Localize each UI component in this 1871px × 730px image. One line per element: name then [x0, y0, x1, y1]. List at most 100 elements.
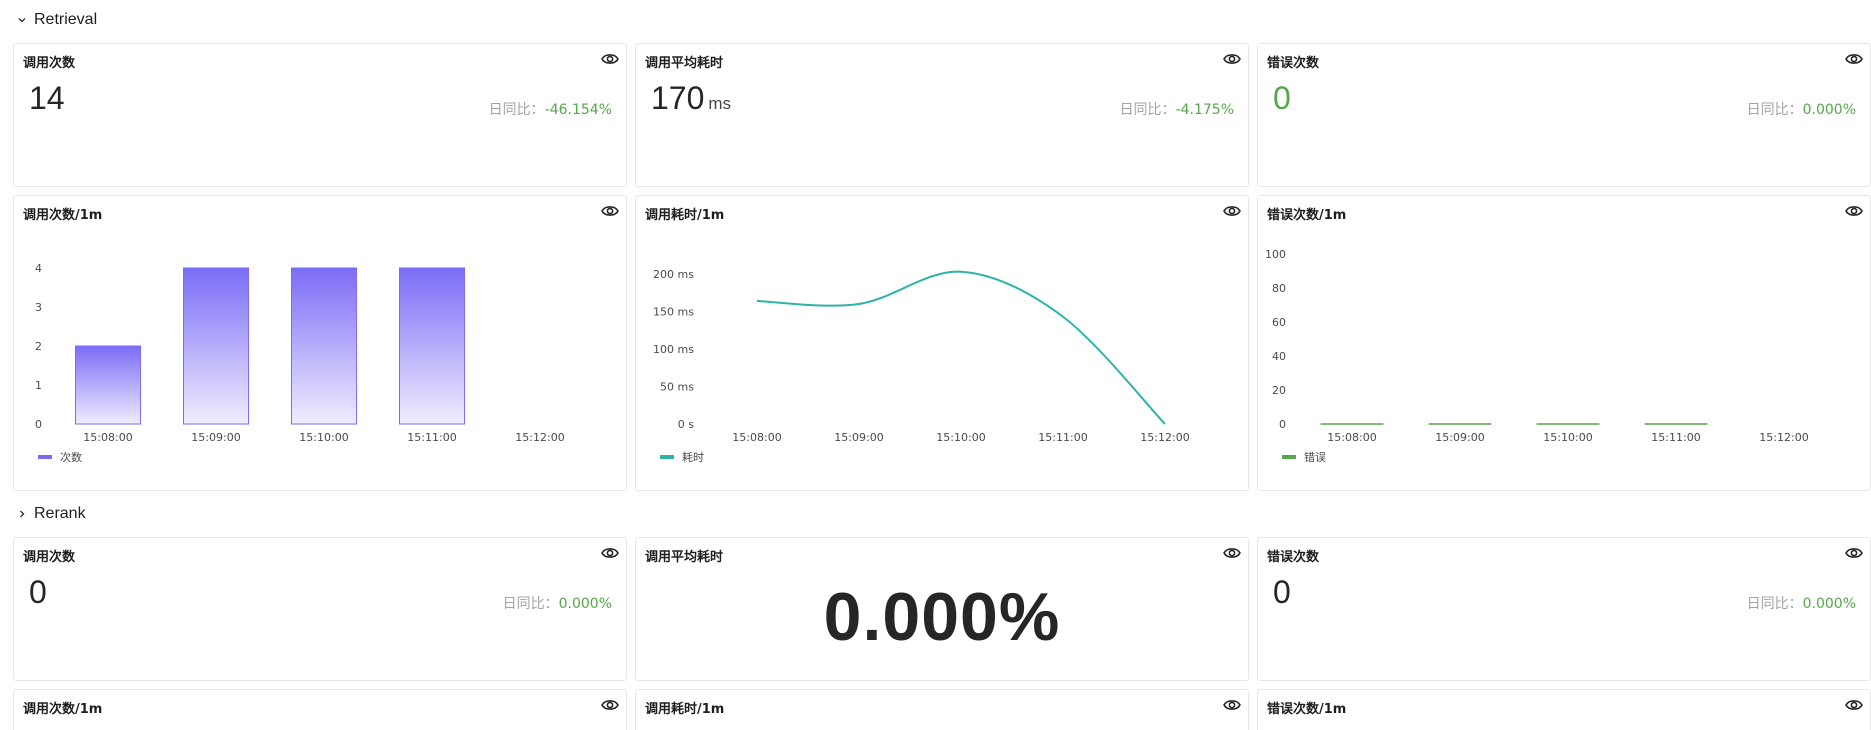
day-over-day: 日同比：-46.154% — [489, 99, 612, 119]
section-rerank-toggle[interactable]: Rerank — [16, 505, 86, 523]
dod-value: -46.154% — [544, 102, 612, 118]
panel-title: 错误次数/1m — [1267, 702, 1347, 717]
day-over-day: 日同比：0.000% — [1747, 593, 1856, 613]
dod-value: 0.000% — [1802, 596, 1856, 612]
eye-icon[interactable] — [1844, 696, 1864, 714]
panel-title: 调用耗时/1m — [645, 702, 725, 717]
stat-value: 170 ms — [651, 80, 731, 117]
panel-title: 错误次数 — [1267, 56, 1320, 71]
eye-icon[interactable] — [1844, 544, 1864, 562]
y-tick-label: 0 — [1279, 418, 1286, 431]
bar — [399, 267, 465, 425]
legend-swatch — [660, 455, 674, 459]
panel-rerank-avg-latency: 调用平均耗时 0.000% — [635, 537, 1249, 681]
section-retrieval-toggle[interactable]: Retrieval — [16, 11, 97, 29]
y-tick-label: 100 ms — [653, 343, 694, 356]
stat-value: 14 — [29, 80, 65, 116]
panel-retrieval-latency-chart: 调用耗时/1m 0 s 50 ms 100 ms 150 ms 200 ms 15:08:… — [635, 195, 1249, 491]
y-tick-label: 100 — [1265, 248, 1286, 261]
panel-title: 调用平均耗时 — [645, 550, 724, 565]
y-tick-label: 3 — [35, 301, 42, 314]
dod-value: 0.000% — [558, 596, 612, 612]
dod-label: 日同比： — [1746, 102, 1803, 118]
x-tick-label: 15:11:00 — [407, 431, 456, 444]
eye-icon[interactable] — [1222, 544, 1242, 562]
x-tick-label: 15:12:00 — [1759, 431, 1808, 444]
x-tick-label: 15:10:00 — [299, 431, 348, 444]
y-tick-label: 0 s — [678, 418, 694, 431]
panel-rerank-latency-chart: 调用耗时/1m — [635, 689, 1249, 730]
stat-number: 170 — [651, 80, 705, 116]
y-tick-label: 0 — [35, 418, 42, 431]
stat-value: 0 — [1273, 80, 1291, 116]
panel-rerank-errors: 错误次数 0 日同比：0.000% — [1257, 537, 1871, 681]
day-over-day: 日同比：0.000% — [1747, 99, 1856, 119]
legend-label: 次数 — [60, 450, 82, 464]
eye-icon[interactable] — [600, 696, 620, 714]
x-tick-label: 15:08:00 — [83, 431, 132, 444]
dod-label: 日同比： — [1746, 596, 1803, 612]
day-over-day: 日同比：0.000% — [503, 593, 612, 613]
dod-value: -4.175% — [1175, 102, 1234, 118]
dod-label: 日同比： — [1119, 102, 1176, 118]
x-tick-label: 15:11:00 — [1651, 431, 1700, 444]
bar-chart-errors: 0 20 40 60 80 100 15:08:00 15:09:00 15:10:00 15:1… — [1265, 248, 1809, 464]
day-over-day: 日同比：-4.175% — [1120, 99, 1234, 119]
stat-unit: ms — [708, 94, 732, 113]
y-tick-label: 200 ms — [653, 268, 694, 281]
x-tick-label: 15:08:00 — [1327, 431, 1376, 444]
panel-retrieval-errors: 错误次数 0 日同比：0.000% — [1257, 43, 1871, 187]
bar-chart-calls: 0 1 2 3 4 15:08:00 15:09:00 15:10:00 15:11:00 15:… — [35, 262, 565, 464]
section-title: Retrieval — [34, 11, 98, 28]
y-tick-label: 2 — [35, 340, 42, 353]
eye-icon[interactable] — [600, 544, 620, 562]
x-tick-label: 15:10:00 — [1543, 431, 1592, 444]
panel-title: 调用次数 — [23, 550, 76, 565]
panel-rerank-calls-chart: 调用次数/1m — [13, 689, 627, 730]
bar — [183, 267, 249, 425]
section-title: Rerank — [34, 505, 86, 522]
eye-icon[interactable] — [1222, 50, 1242, 68]
panel-retrieval-calls: 调用次数 14 日同比：-46.154% — [13, 43, 627, 187]
panel-title: 调用次数 — [23, 56, 76, 71]
legend-swatch — [38, 455, 52, 459]
line-chart-latency: 0 s 50 ms 100 ms 150 ms 200 ms 15:08:00 15:09:… — [653, 268, 1190, 464]
panel-rerank-calls: 调用次数 0 日同比：0.000% — [13, 537, 627, 681]
eye-icon[interactable] — [1844, 50, 1864, 68]
y-tick-label: 50 ms — [660, 381, 694, 394]
panel-title: 调用平均耗时 — [645, 56, 724, 71]
y-tick-label: 80 — [1272, 282, 1286, 295]
panel-retrieval-errors-chart: 错误次数/1m 0 20 40 60 80 100 15:08:00 15:09:00 15:1… — [1257, 195, 1871, 491]
panel-title: 调用次数/1m — [23, 702, 103, 717]
x-tick-label: 15:09:00 — [834, 431, 883, 444]
chevron-down-icon — [18, 18, 26, 23]
x-tick-label: 15:10:00 — [936, 431, 985, 444]
legend-label: 错误 — [1304, 450, 1326, 464]
panel-title: 错误次数 — [1267, 550, 1320, 565]
eye-icon[interactable] — [1222, 696, 1242, 714]
stat-value: 0 — [29, 574, 47, 610]
bar — [75, 345, 141, 425]
x-tick-label: 15:09:00 — [191, 431, 240, 444]
chevron-right-icon — [20, 510, 25, 518]
dod-value: 0.000% — [1802, 102, 1856, 118]
dod-label: 日同比： — [488, 102, 545, 118]
eye-icon[interactable] — [600, 50, 620, 68]
x-tick-label: 15:11:00 — [1038, 431, 1087, 444]
x-tick-label: 15:12:00 — [515, 431, 564, 444]
y-tick-label: 4 — [35, 262, 42, 275]
panel-retrieval-calls-chart: 调用次数/1m 0 1 2 3 4 15:08:00 15:09:00 15:10:00 15:… — [13, 195, 627, 491]
panel-retrieval-avg-latency: 调用平均耗时 170 ms 日同比：-4.175% — [635, 43, 1249, 187]
y-tick-label: 150 ms — [653, 306, 694, 319]
dod-label: 日同比： — [502, 596, 559, 612]
legend-label: 耗时 — [682, 451, 704, 464]
bar — [291, 267, 357, 425]
x-tick-label: 15:12:00 — [1140, 431, 1189, 444]
y-tick-label: 20 — [1272, 384, 1286, 397]
y-tick-label: 40 — [1272, 350, 1286, 363]
y-tick-label: 60 — [1272, 316, 1286, 329]
y-tick-label: 1 — [35, 379, 42, 392]
x-tick-label: 15:08:00 — [732, 431, 781, 444]
stat-value: 0 — [1273, 574, 1291, 610]
x-tick-label: 15:09:00 — [1435, 431, 1484, 444]
